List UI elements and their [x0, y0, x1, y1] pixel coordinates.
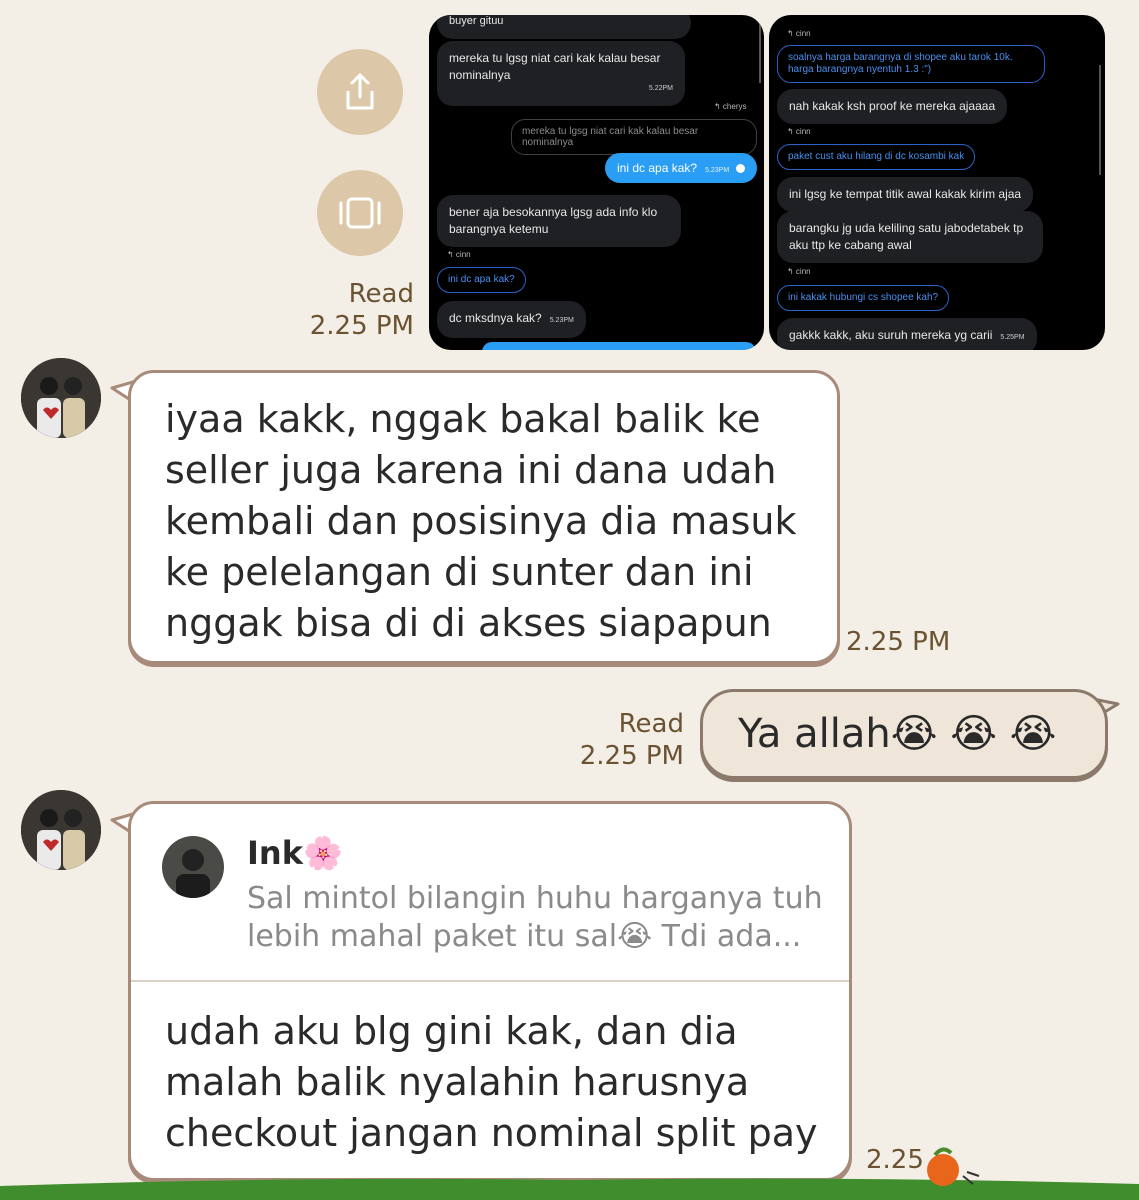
attachment-read-status: Read 2.25 PM [290, 278, 414, 342]
share-icon [346, 73, 374, 110]
attached-image-left[interactable]: buyer gituu mereka tu lgsg niat cari kak… [429, 15, 764, 350]
chat-message: nah kakak ksh proof ke mereka ajaaaa [777, 89, 1008, 124]
chat-message: barangku jg uda keliling satu jabodetabe… [777, 211, 1043, 263]
message-read-status: Read 2.25 PM [560, 708, 684, 772]
reply-sender-name: Ink🌸 [247, 834, 343, 872]
message-time: 5.25PM [1000, 334, 1025, 341]
incoming-message-bubble[interactable]: iyaa kakk, nggak bakal balik ke seller j… [128, 370, 840, 664]
quoted-message: mereka tu lgsg niat cari kak kalau besar… [511, 119, 757, 155]
reply-label: ↰ cinn [787, 29, 811, 38]
timestamp: 2.25 PM [846, 627, 951, 657]
reply-divider [131, 980, 849, 982]
chat-message-outgoing: ini dc apa kak? 5.23PM [605, 153, 757, 183]
chat-message: bener aja besokannya lgsg ada info klo b… [437, 195, 681, 247]
scrollbar [1099, 65, 1101, 175]
incoming-message-bubble[interactable]: Ink🌸 Sal mintol bilangin huhu harganya t… [128, 801, 852, 1181]
reply-preview-text: Sal mintol bilangin huhu harganya tuh le… [247, 881, 823, 954]
message-text: mereka tu lgsg niat cari kak kalau besar… [449, 51, 661, 82]
screenshot-button[interactable] [317, 170, 403, 256]
timestamp: 2.25 PM [579, 741, 684, 771]
quoted-message: ini kakak hubungi cs shopee kah? [777, 285, 950, 311]
share-button[interactable] [317, 49, 403, 135]
chat-message-outgoing-partial [482, 342, 756, 350]
message-time: 5.23PM [705, 167, 730, 174]
avatar-photo-icon [21, 358, 101, 438]
chat-message: dc mksdnya kak? 5.23PM [437, 301, 586, 338]
outgoing-message-bubble[interactable]: Ya allah😭 😭 😭 [700, 689, 1108, 779]
chat-message: buyer gituu [437, 15, 691, 39]
reply-label: ↰ cinn [447, 250, 471, 259]
chat-message: mereka tu lgsg niat cari kak kalau besar… [437, 41, 685, 106]
message-time: 5.22PM [648, 85, 673, 92]
check-icon [735, 164, 745, 174]
screenshot-icon [339, 197, 381, 229]
attached-image-right[interactable]: ↰ cinn soalnya harga barangnya di shopee… [769, 15, 1105, 350]
message-text: iyaa kakk, nggak bakal balik ke seller j… [165, 397, 797, 645]
scrollbar [759, 23, 761, 83]
reply-avatar-photo-icon [162, 836, 224, 898]
avatar[interactable] [21, 358, 101, 438]
timestamp: 2.25 PM [309, 311, 414, 341]
chat-message: gakkk kakk, aku suruh mereka yg carii 5.2… [777, 318, 1037, 350]
avatar-photo-icon [21, 790, 101, 870]
chat-message: ini lgsg ke tempat titik awal kakak kiri… [777, 177, 1034, 212]
quoted-message: soalnya harga barangnya di shopee aku ta… [777, 45, 1045, 83]
avatar[interactable] [21, 790, 101, 870]
reply-label: ↰ cherys [714, 102, 747, 111]
message-text: ini dc apa kak? [617, 161, 698, 175]
message-text: Ya allah😭 😭 😭 [738, 711, 1057, 757]
fruit-sticker-icon [927, 1147, 980, 1186]
reply-avatar [162, 836, 224, 898]
message-text: gakkk kakk, aku suruh mereka yg carii [789, 328, 993, 342]
reply-label: ↰ cinn [787, 127, 811, 136]
message-time: 5.23PM [549, 317, 574, 324]
quoted-message: paket cust aku hilang di dc kosambi kak [777, 144, 976, 170]
read-label: Read [618, 709, 684, 739]
quoted-message: ini dc apa kak? [437, 267, 526, 293]
message-text: udah aku blg gini kak, dan dia malah bal… [165, 1009, 818, 1155]
reply-label: ↰ cinn [787, 267, 811, 276]
message-text: dc mksdnya kak? [449, 311, 542, 325]
read-label: Read [348, 279, 414, 309]
